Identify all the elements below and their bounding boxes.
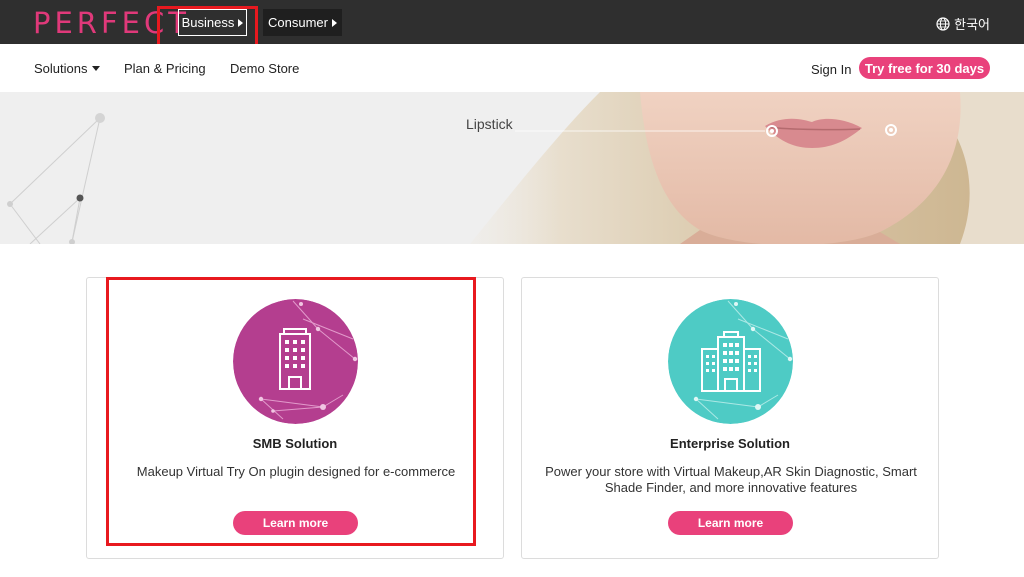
nav-solutions-label: Solutions <box>34 61 88 76</box>
triangle-right-icon <box>331 18 337 27</box>
sign-in-link[interactable]: Sign In <box>811 62 851 77</box>
nav-solutions[interactable]: Solutions <box>34 61 101 76</box>
try-free-button[interactable]: Try free for 30 days <box>859 57 990 79</box>
consumer-tab[interactable]: Consumer <box>263 9 342 36</box>
enterprise-description: Power your store with Virtual Makeup,AR … <box>545 464 917 495</box>
language-label: 한국어 <box>954 17 990 32</box>
top-bar: PERFECT Business Consumer 한국어 <box>0 0 1024 44</box>
smb-title: SMB Solution <box>252 436 338 451</box>
business-tab[interactable]: Business <box>178 9 247 36</box>
brand-logo[interactable]: PERFECT <box>33 6 190 40</box>
business-tab-label: Business <box>181 15 235 30</box>
enterprise-illustration <box>668 299 793 424</box>
smb-learn-more-button[interactable]: Learn more <box>233 511 358 535</box>
globe-icon <box>936 16 950 31</box>
lipstick-label: Lipstick <box>466 116 513 132</box>
enterprise-learn-more-button[interactable]: Learn more <box>668 511 793 535</box>
smb-illustration <box>233 299 358 424</box>
hero-image <box>7 92 1024 244</box>
language-selector[interactable]: 한국어 <box>936 14 990 33</box>
enterprise-solution-card: Enterprise Solution Power your store wit… <box>521 277 939 559</box>
smb-description: Makeup Virtual Try On plugin designed fo… <box>136 464 456 479</box>
smb-solution-card: SMB Solution Makeup Virtual Try On plugi… <box>86 277 504 559</box>
consumer-tab-label: Consumer <box>268 15 328 30</box>
enterprise-title: Enterprise Solution <box>670 436 790 451</box>
main-nav: Solutions Plan & Pricing Demo Store Sign… <box>0 44 1024 92</box>
caret-down-icon <box>92 66 101 71</box>
nav-plan-pricing[interactable]: Plan & Pricing <box>124 61 206 76</box>
triangle-right-icon <box>238 18 244 27</box>
nav-demo-store[interactable]: Demo Store <box>230 61 299 76</box>
hero-banner: Lipstick <box>0 92 1024 244</box>
